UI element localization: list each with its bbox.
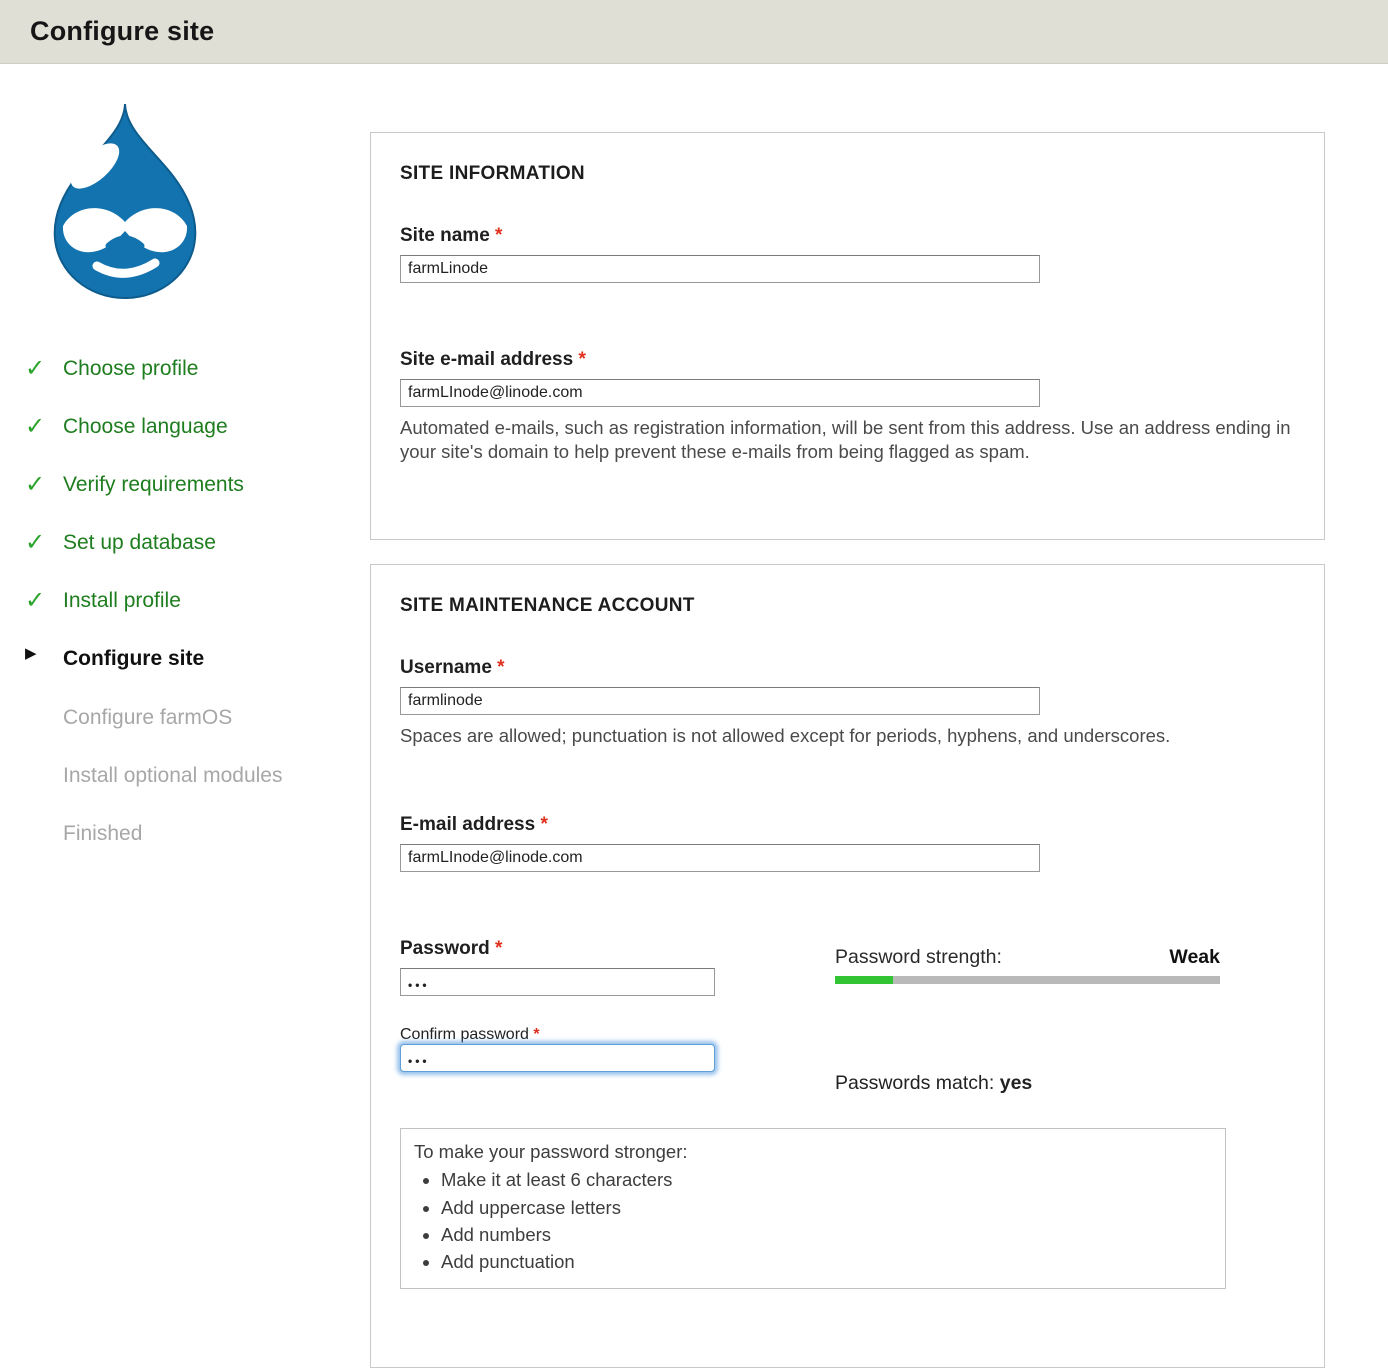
account-email-input[interactable]	[400, 844, 1040, 872]
required-marker: *	[497, 657, 504, 678]
main-layout: ✓ Choose profile ✓ Choose language ✓ Ver…	[0, 64, 1388, 1368]
password-suggestion: Make it at least 6 characters	[441, 1168, 1210, 1192]
username-description: Spaces are allowed; punctuation is not a…	[400, 724, 1294, 748]
site-name-label: Site name *	[400, 225, 1294, 247]
check-icon: ✓	[25, 472, 55, 498]
site-email-label: Site e-mail address *	[400, 349, 1294, 371]
check-icon: ✓	[25, 356, 55, 382]
password-suggestion: Add numbers	[441, 1223, 1210, 1247]
step-verify-requirements: ✓ Verify requirements	[25, 473, 370, 496]
passwords-match-value: yes	[1000, 1072, 1033, 1094]
username-item: Username * Spaces are allowed; punctuati…	[400, 657, 1294, 748]
password-suggestions-list: Make it at least 6 characters Add upperc…	[414, 1168, 1210, 1273]
drupal-droplet-icon	[25, 100, 225, 305]
password-item: Password *	[400, 938, 715, 996]
drupal-logo	[25, 100, 225, 305]
step-install-optional-modules: Install optional modules	[25, 764, 370, 787]
step-label: Choose profile	[63, 357, 198, 380]
site-name-item: Site name *	[400, 225, 1294, 283]
password-row: Password * Password strength: Weak	[400, 938, 1294, 996]
check-icon: ✓	[25, 414, 55, 440]
step-set-up-database: ✓ Set up database	[25, 531, 370, 554]
step-label: Configure site	[63, 647, 204, 670]
site-email-input[interactable]	[400, 379, 1040, 407]
step-choose-profile: ✓ Choose profile	[25, 357, 370, 380]
password-suggestions-title: To make your password stronger:	[414, 1140, 1210, 1164]
site-information-legend: SITE INFORMATION	[400, 163, 1294, 185]
password-suggestion: Add uppercase letters	[441, 1196, 1210, 1220]
step-label: Configure farmOS	[63, 706, 232, 729]
confirm-password-label: Confirm password *	[400, 1026, 540, 1043]
site-information-fieldset: SITE INFORMATION Site name * Site e-mail…	[370, 132, 1325, 540]
confirm-password-item: Confirm password *	[400, 1026, 715, 1072]
step-label: Finished	[63, 822, 142, 845]
site-email-item: Site e-mail address * Automated e-mails,…	[400, 349, 1294, 465]
step-label: Install optional modules	[63, 764, 282, 787]
step-choose-language: ✓ Choose language	[25, 415, 370, 438]
password-strength-fill	[835, 976, 893, 984]
password-input[interactable]	[400, 968, 715, 996]
step-install-profile: ✓ Install profile	[25, 589, 370, 612]
step-label: Install profile	[63, 589, 181, 612]
check-icon: ✓	[25, 530, 55, 556]
required-marker: *	[533, 1026, 539, 1043]
password-strength-value: Weak	[1169, 946, 1220, 969]
step-label: Verify requirements	[63, 473, 244, 496]
required-marker: *	[495, 938, 502, 959]
password-label: Password *	[400, 938, 715, 960]
account-email-item: E-mail address *	[400, 814, 1294, 872]
site-maintenance-legend: SITE MAINTENANCE ACCOUNT	[400, 595, 1294, 617]
site-name-input[interactable]	[400, 255, 1040, 283]
required-marker: *	[540, 814, 547, 835]
configure-site-form: SITE INFORMATION Site name * Site e-mail…	[370, 64, 1388, 1368]
step-configure-site: ▶ Configure site	[25, 647, 370, 670]
password-strength-label: Password strength:	[835, 946, 1002, 969]
current-step-arrow-icon: ▶	[25, 646, 55, 663]
install-sidebar: ✓ Choose profile ✓ Choose language ✓ Ver…	[0, 64, 370, 1368]
passwords-match-indicator: Passwords match: yes	[835, 1026, 1220, 1095]
site-maintenance-account-fieldset: SITE MAINTENANCE ACCOUNT Username * Spac…	[370, 564, 1325, 1368]
site-email-description: Automated e-mails, such as registration …	[400, 416, 1294, 465]
confirm-password-input[interactable]	[400, 1044, 715, 1072]
password-strength-bar	[835, 976, 1220, 984]
passwords-match-label: Passwords match:	[835, 1072, 994, 1094]
install-steps-list: ✓ Choose profile ✓ Choose language ✓ Ver…	[25, 357, 370, 845]
required-marker: *	[495, 225, 502, 246]
username-label: Username *	[400, 657, 1294, 679]
check-icon: ✓	[25, 588, 55, 614]
step-label: Choose language	[63, 415, 228, 438]
username-input[interactable]	[400, 687, 1040, 715]
step-label: Set up database	[63, 531, 216, 554]
password-suggestions-box: To make your password stronger: Make it …	[400, 1128, 1226, 1288]
confirm-password-row: Confirm password * Passwords match: yes	[400, 1026, 1294, 1095]
account-email-label: E-mail address *	[400, 814, 1294, 836]
step-configure-farmos: Configure farmOS	[25, 706, 370, 729]
page-title: Configure site	[30, 16, 214, 47]
page-header: Configure site	[0, 0, 1388, 64]
password-suggestion: Add punctuation	[441, 1250, 1210, 1274]
step-finished: Finished	[25, 822, 370, 845]
required-marker: *	[578, 349, 585, 370]
password-strength-indicator: Password strength: Weak	[835, 938, 1220, 984]
